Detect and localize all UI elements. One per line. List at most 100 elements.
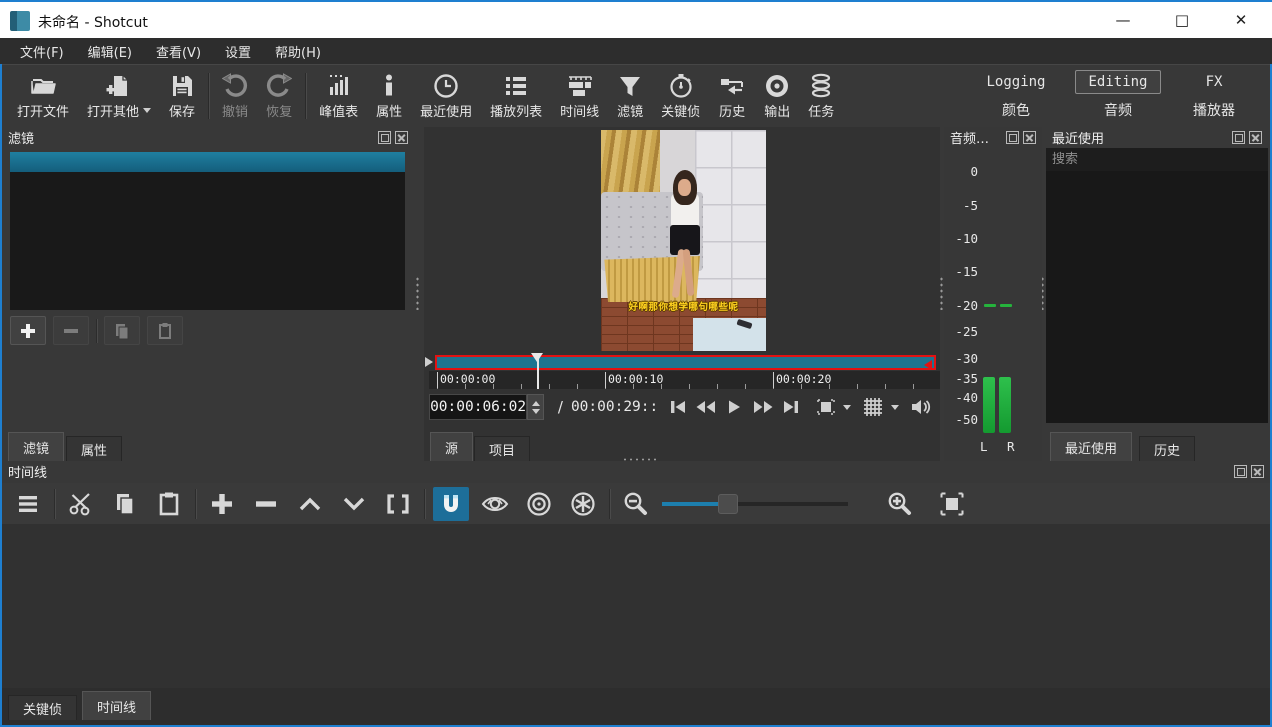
undo-button[interactable]: 撤销	[213, 67, 257, 125]
layout-player-button[interactable]: 播放器	[1181, 97, 1247, 123]
spin-down-icon[interactable]	[532, 409, 540, 414]
ripple-delete-button[interactable]	[248, 487, 284, 521]
recent-button[interactable]: 最近使用	[411, 67, 481, 125]
float-panel-icon[interactable]	[1006, 131, 1019, 144]
filter-list[interactable]	[10, 172, 405, 310]
save-button[interactable]: 保存	[160, 67, 204, 125]
cut-button[interactable]	[63, 487, 99, 521]
tab-filters[interactable]: 滤镜	[8, 432, 64, 461]
tab-source[interactable]: 源	[430, 432, 473, 461]
float-panel-icon[interactable]	[378, 131, 391, 144]
append-button[interactable]	[204, 487, 240, 521]
spin-up-icon[interactable]	[532, 401, 540, 406]
time-ruler[interactable]: 00:00:00 00:00:10 00:00:20	[429, 371, 940, 389]
menu-help[interactable]: 帮助(H)	[263, 38, 333, 65]
menu-view[interactable]: 查看(V)	[144, 38, 213, 65]
timeline-button[interactable]: 时间线	[551, 67, 608, 125]
zoom-fit-button[interactable]	[934, 487, 970, 521]
minimize-button[interactable]: —	[1100, 2, 1146, 38]
properties-button[interactable]: 属性	[367, 67, 411, 125]
add-filter-button[interactable]	[10, 316, 46, 345]
filters-button[interactable]: 滤镜	[608, 67, 652, 125]
lift-button[interactable]	[292, 487, 328, 521]
layout-fx-button[interactable]: FX	[1194, 71, 1235, 93]
menu-edit[interactable]: 编辑(E)	[76, 38, 144, 65]
rewind-button[interactable]	[692, 394, 720, 420]
split-button[interactable]	[380, 487, 416, 521]
peak-indicator-right	[1000, 304, 1012, 307]
close-panel-icon[interactable]	[395, 131, 408, 144]
zoom-in-button[interactable]	[882, 487, 918, 521]
time-spinner[interactable]	[527, 394, 544, 420]
db-scale-label: -25	[944, 324, 978, 339]
open-file-button[interactable]: 打开文件	[8, 67, 78, 125]
timeline-zoom-slider[interactable]	[662, 487, 848, 521]
layout-editing-button[interactable]: Editing	[1075, 70, 1160, 94]
remove-filter-button[interactable]	[53, 316, 89, 345]
peak-meter-button[interactable]: 峰值表	[310, 67, 367, 125]
skip-start-button[interactable]	[663, 394, 691, 420]
close-panel-icon[interactable]	[1023, 131, 1036, 144]
filter-selected-row[interactable]	[10, 152, 405, 172]
snap-button[interactable]	[433, 487, 469, 521]
redo-button[interactable]: 恢复	[257, 67, 301, 125]
layout-logging-button[interactable]: Logging	[974, 71, 1057, 93]
close-panel-icon[interactable]	[1249, 131, 1262, 144]
menu-settings[interactable]: 设置	[213, 38, 263, 65]
db-scale-label: -10	[944, 231, 978, 246]
float-panel-icon[interactable]	[1234, 465, 1247, 478]
out-point-marker[interactable]	[924, 360, 932, 370]
tab-project[interactable]: 项目	[474, 436, 530, 461]
ripple-button[interactable]	[521, 487, 557, 521]
ruler-label: 00:00:20	[773, 372, 831, 388]
table	[693, 318, 766, 351]
copy-filters-button[interactable]	[104, 316, 140, 345]
leg	[683, 249, 695, 296]
maximize-button[interactable]: □	[1159, 2, 1205, 38]
zoom-out-button[interactable]	[618, 487, 654, 521]
chevron-down-icon[interactable]	[843, 405, 851, 410]
scrub-bar[interactable]	[435, 355, 936, 370]
fast-forward-button[interactable]	[749, 394, 777, 420]
loop-mode-button[interactable]	[812, 394, 840, 420]
skip-end-button[interactable]	[777, 394, 805, 420]
timeline-menu-button[interactable]	[10, 487, 46, 521]
scrub-bar-area[interactable]	[424, 354, 940, 371]
playhead[interactable]	[531, 353, 544, 389]
tab-properties[interactable]: 属性	[66, 436, 122, 461]
grid-button[interactable]	[859, 394, 887, 420]
slider-handle[interactable]	[718, 494, 738, 514]
overwrite-button[interactable]	[336, 487, 372, 521]
paste-filters-button[interactable]	[147, 316, 183, 345]
video-preview[interactable]: 好啊那你想学哪句哪些呢	[601, 130, 766, 351]
play-button[interactable]	[720, 394, 748, 420]
paste-button[interactable]	[151, 487, 187, 521]
history-button[interactable]: 历史	[709, 67, 755, 125]
playlist-button[interactable]: 播放列表	[481, 67, 551, 125]
timeline-tracks[interactable]	[2, 524, 1270, 688]
layout-audio-button[interactable]: 音频	[1092, 97, 1144, 123]
tab-recent[interactable]: 最近使用	[1050, 432, 1132, 461]
volume-button[interactable]	[907, 394, 935, 420]
tab-timeline[interactable]: 时间线	[82, 691, 151, 720]
search-input[interactable]	[1046, 148, 1268, 171]
recent-list[interactable]	[1046, 171, 1268, 423]
close-button[interactable]: ✕	[1218, 2, 1264, 38]
close-panel-icon[interactable]	[1251, 465, 1264, 478]
float-panel-icon[interactable]	[1232, 131, 1245, 144]
layout-color-button[interactable]: 颜色	[990, 97, 1042, 123]
copy-button[interactable]	[107, 487, 143, 521]
export-button[interactable]: 输出	[755, 67, 799, 125]
in-point-marker[interactable]	[425, 357, 433, 367]
open-other-button[interactable]: 打开其他	[78, 67, 160, 125]
current-time-field[interactable]: 00:00:06:02	[429, 394, 527, 420]
scrub-while-dragging-button[interactable]	[477, 487, 513, 521]
keyframes-button[interactable]: 关键侦	[652, 67, 709, 125]
tab-keyframes[interactable]: 关键侦	[8, 695, 77, 720]
ripple-all-tracks-button[interactable]	[565, 487, 601, 521]
menu-file[interactable]: 文件(F)	[8, 38, 76, 65]
splitter-handle[interactable]	[415, 276, 420, 310]
tab-history[interactable]: 历史	[1139, 436, 1195, 461]
jobs-button[interactable]: 任务	[799, 67, 843, 125]
chevron-down-icon[interactable]	[891, 405, 899, 410]
